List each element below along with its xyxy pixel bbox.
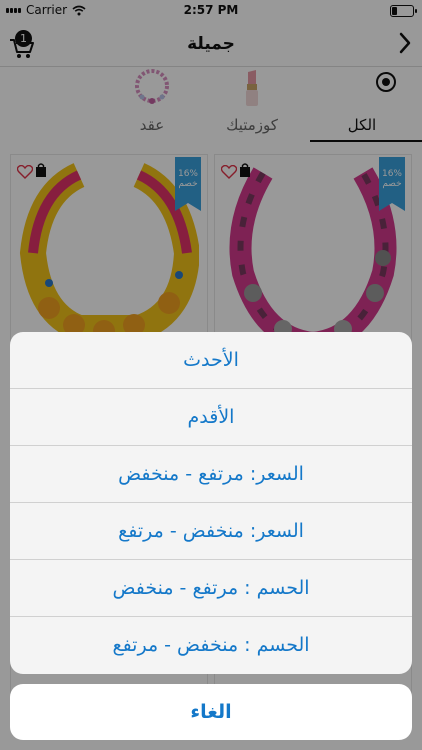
sort-oldest-option[interactable]: الأقدم <box>10 389 412 446</box>
sort-action-sheet: الأحدث الأقدم السعر: مرتفع - منخفض السعر… <box>10 332 412 674</box>
cancel-button[interactable]: الغاء <box>10 684 412 740</box>
sort-price-high-low-option[interactable]: السعر: مرتفع - منخفض <box>10 446 412 503</box>
sort-price-low-high-option[interactable]: السعر: منخفض - مرتفع <box>10 503 412 560</box>
sort-discount-low-high-option[interactable]: الحسم : منخفض - مرتفع <box>10 617 412 674</box>
sort-newest-option[interactable]: الأحدث <box>10 332 412 389</box>
sort-discount-high-low-option[interactable]: الحسم : مرتفع - منخفض <box>10 560 412 617</box>
